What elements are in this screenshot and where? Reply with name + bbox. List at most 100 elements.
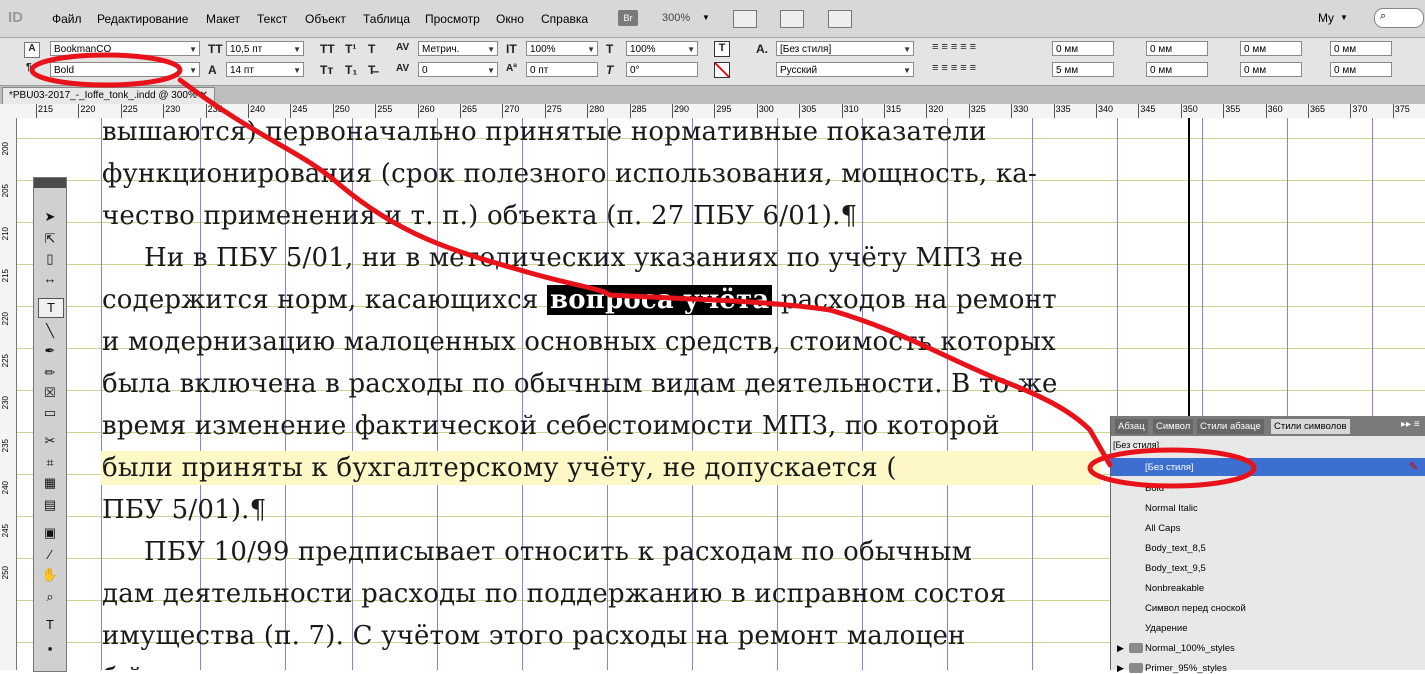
space-after-field[interactable]: 0 мм (1146, 62, 1208, 77)
menu-table[interactable]: Таблица (363, 12, 410, 26)
underline-icon[interactable]: T (368, 42, 375, 56)
character-mode-icon[interactable]: A (24, 42, 40, 58)
drop-cap-chars-field[interactable]: 0 мм (1330, 62, 1392, 77)
style-item[interactable]: All Caps (1145, 523, 1180, 534)
all-caps-icon[interactable]: TT (320, 42, 335, 56)
style-group[interactable]: Primer_95%_styles (1145, 663, 1227, 674)
apply-color-icon[interactable]: ▪ (38, 640, 62, 658)
hand-tool-icon[interactable]: ✋ (38, 566, 62, 584)
tab-paragraph-styles[interactable]: Стили абзаце (1197, 419, 1264, 434)
subscript-icon[interactable]: T₁ (345, 63, 357, 77)
strikethrough-icon[interactable]: T̶ (368, 63, 375, 77)
style-item[interactable]: Normal Italic (1145, 503, 1198, 514)
gradient-tool-icon[interactable]: ▦ (38, 474, 62, 492)
search-input[interactable]: ⌕ (1374, 8, 1424, 28)
drop-cap-lines-field[interactable]: 0 мм (1240, 62, 1302, 77)
text-line[interactable]: дам деятельности расходы по поддержанию … (102, 579, 1006, 609)
menu-object[interactable]: Объект (305, 12, 346, 26)
text-line[interactable]: была включена в расходы по обычным видам… (102, 369, 1058, 399)
superscript-icon[interactable]: T¹ (345, 42, 356, 56)
text-line[interactable]: ПБУ 10/99 предписывает относить к расход… (144, 537, 972, 567)
panel-menu-icon[interactable]: ▸▸ ≡ (1401, 419, 1420, 430)
line-tool-icon[interactable]: ╲ (38, 322, 62, 340)
fill-color-icon[interactable]: T (714, 41, 730, 57)
free-transform-tool-icon[interactable]: ⌗ (38, 454, 62, 472)
workspace-switcher[interactable]: Мy (1318, 11, 1334, 25)
space-before-field[interactable]: 0 мм (1240, 41, 1302, 56)
style-item[interactable]: Bold (1145, 483, 1164, 494)
text-line[interactable]: б й (102, 663, 144, 670)
character-style-field[interactable]: [Без стиля] ▼ (776, 41, 914, 56)
expand-icon[interactable]: ▶ (1117, 643, 1124, 654)
expand-icon[interactable]: ▶ (1117, 663, 1124, 674)
last-indent-field[interactable]: 0 мм (1330, 41, 1392, 56)
eyedropper-tool-icon[interactable]: ⁄ (38, 546, 62, 564)
direct-selection-tool-icon[interactable]: ⇱ (38, 230, 62, 248)
text-line[interactable]: были приняты к бухгалтерскому учёту, не … (102, 453, 897, 483)
tools-panel-header[interactable] (34, 178, 66, 188)
menu-help[interactable]: Справка (541, 12, 588, 26)
arrange-documents-icon[interactable] (828, 10, 852, 28)
note-tool-icon[interactable]: ▣ (38, 524, 62, 542)
right-indent-field[interactable]: 5 мм (1052, 62, 1114, 77)
left-indent-field[interactable]: 0 мм (1052, 41, 1114, 56)
fill-stroke-icon[interactable]: T (38, 616, 62, 634)
style-item[interactable]: Body_text_9,5 (1145, 563, 1206, 574)
small-caps-icon[interactable]: Tт (320, 63, 333, 77)
style-item[interactable]: Nonbreakable (1145, 583, 1204, 594)
style-item[interactable]: Ударение (1145, 623, 1188, 634)
screen-mode-icon[interactable] (780, 10, 804, 28)
menu-file[interactable]: Файл (52, 12, 82, 26)
page-tool-icon[interactable]: ▯ (38, 250, 62, 268)
zoom-level[interactable]: 300% (662, 12, 690, 24)
kerning-field[interactable]: Метрич. ▼ (418, 41, 498, 56)
style-item[interactable]: Символ перед сноской (1145, 603, 1246, 614)
tab-paragraph[interactable]: Абзац (1115, 419, 1148, 434)
chevron-down-icon[interactable]: ▼ (1340, 13, 1348, 22)
close-icon[interactable]: ✕ (200, 90, 208, 101)
gradient-feather-tool-icon[interactable]: ▤ (38, 496, 62, 514)
stroke-color-icon[interactable] (714, 62, 730, 78)
selected-text[interactable]: вопроса учёта (546, 285, 773, 315)
align-buttons-icon[interactable]: ≡≡≡≡≡ (932, 41, 979, 53)
text-line[interactable]: ПБУ 5/01).¶ (102, 495, 266, 525)
text-line[interactable]: содержится норм, касающихся вопроса учёт… (102, 285, 1057, 315)
menu-type[interactable]: Текст (257, 12, 287, 26)
text-line[interactable]: Ни в ПБУ 5/01, ни в методических указани… (144, 243, 1023, 273)
text-line[interactable]: время изменение фактической себестоимост… (102, 411, 1000, 441)
selection-tool-icon[interactable]: ➤ (38, 208, 62, 226)
language-field[interactable]: Русский ▼ (776, 62, 914, 77)
text-line[interactable]: вышаются) первоначально принятые нормати… (102, 118, 987, 147)
baseline-field[interactable]: 0 пт (526, 62, 598, 77)
pencil-tool-icon[interactable]: ✏ (38, 364, 62, 382)
tracking-field[interactable]: 0 ▼ (418, 62, 498, 77)
gap-tool-icon[interactable]: ↔ (38, 270, 62, 288)
rectangle-tool-icon[interactable]: ▭ (38, 404, 62, 422)
font-style-field[interactable]: Bold ▼ (50, 62, 200, 77)
bridge-button[interactable]: Br (618, 10, 638, 26)
chevron-down-icon[interactable]: ▼ (702, 13, 710, 22)
menu-window[interactable]: Окно (496, 12, 524, 26)
text-line[interactable]: функционирования (срок полезного использ… (102, 159, 1037, 189)
vertical-scale-field[interactable]: 100% ▼ (526, 41, 598, 56)
leading-field[interactable]: 14 пт ▼ (226, 62, 304, 77)
skew-field[interactable]: 0° (626, 62, 698, 77)
paragraph-mode-icon[interactable]: ¶ (26, 62, 32, 73)
text-line[interactable]: имущества (п. 7). С учётом этого расходы… (102, 621, 966, 651)
tab-character-styles[interactable]: Стили символов (1271, 419, 1350, 434)
type-tool-icon[interactable]: T (38, 298, 64, 318)
style-item[interactable]: [Без стиля] (1145, 462, 1194, 473)
text-line[interactable]: и модернизацию малоценных основных средс… (102, 327, 1056, 357)
view-options-icon[interactable] (733, 10, 757, 28)
font-size-field[interactable]: 10,5 пт ▼ (226, 41, 304, 56)
text-line[interactable]: чество применения и т. п.) объекта (п. 2… (102, 201, 857, 231)
document-tab[interactable]: *PBU03-2017_-_Ioffe_tonk_.indd @ 300% ✕ (2, 87, 216, 104)
pen-tool-icon[interactable]: ✒ (38, 342, 62, 360)
first-line-indent-field[interactable]: 0 мм (1146, 41, 1208, 56)
font-family-field[interactable]: BookmanCO ▼ (50, 41, 200, 56)
tab-character[interactable]: Символ (1153, 419, 1194, 434)
horizontal-scale-field[interactable]: 100% ▼ (626, 41, 698, 56)
rectangle-frame-tool-icon[interactable]: ☒ (38, 384, 62, 402)
menu-layout[interactable]: Макет (206, 12, 240, 26)
style-item[interactable]: Body_text_8,5 (1145, 543, 1206, 554)
